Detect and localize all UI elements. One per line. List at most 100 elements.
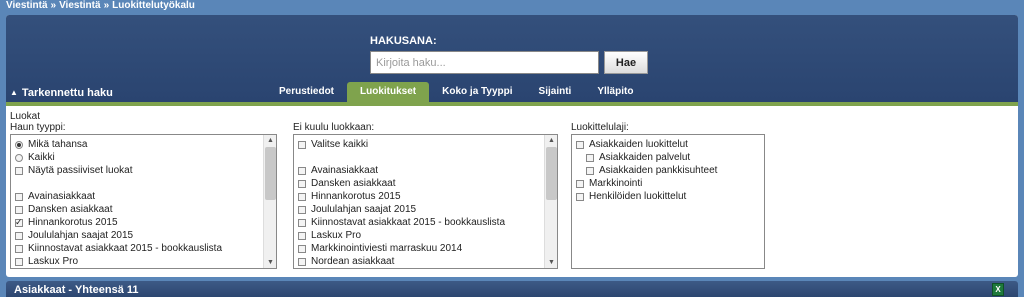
- search-panel: HAKUSANA: Hae ▲Tarkennettu haku Perustie…: [6, 15, 1018, 277]
- list-item-label: Hinnankorotus 2015: [311, 191, 401, 202]
- select-all-checkbox[interactable]: Valitse kaikki: [294, 138, 543, 151]
- scroll-up-icon[interactable]: ▲: [545, 135, 557, 146]
- checkbox[interactable]: [586, 166, 594, 175]
- scrollbar[interactable]: ▲ ▼: [263, 135, 276, 268]
- list-item-label: Asiakkaiden luokittelut: [589, 139, 688, 150]
- checkbox[interactable]: [298, 231, 306, 240]
- exclude-categories-list: Valitse kaikki Avainasiakkaat Dansken as…: [293, 134, 558, 269]
- search-input[interactable]: [370, 51, 599, 74]
- checkbox-label: Valitse kaikki: [311, 139, 369, 150]
- checkbox-label: Näytä passiiviset luokat: [28, 165, 133, 176]
- excel-icon[interactable]: X: [992, 283, 1004, 296]
- exclude-label: Ei kuulu luokkaan:: [293, 122, 375, 133]
- checkbox[interactable]: [15, 244, 23, 253]
- list-item-label: Henkilöiden luokittelut: [589, 191, 687, 202]
- checkbox[interactable]: [298, 205, 306, 214]
- radio-button[interactable]: [15, 140, 23, 149]
- tab-perustiedot[interactable]: Perustiedot: [266, 82, 347, 102]
- scrollbar-thumb[interactable]: [265, 147, 276, 200]
- list-item[interactable]: Asiakkaiden luokittelut: [572, 138, 764, 151]
- list-item-label: Kiinnostavat asiakkaat 2015 - bookkausli…: [28, 243, 223, 254]
- list-item-label: Hinnankorotus 2015: [28, 217, 118, 228]
- tab-sijainti[interactable]: Sijainti: [526, 82, 585, 102]
- section-title: Luokat: [10, 111, 41, 122]
- radio-label: Kaikki: [28, 152, 55, 163]
- checkbox[interactable]: [15, 216, 23, 229]
- search-type-label: Haun tyyppi:: [10, 122, 66, 133]
- tab-underline: [6, 102, 1018, 106]
- breadcrumb-link-viestinta-2[interactable]: Viestintä: [59, 0, 101, 11]
- results-title: Asiakkaat - Yhteensä 11: [14, 284, 139, 296]
- checkbox[interactable]: [298, 218, 306, 227]
- checkbox[interactable]: [298, 140, 306, 149]
- tab-yllapito[interactable]: Ylläpito: [584, 82, 646, 102]
- checkbox[interactable]: [15, 166, 23, 175]
- advanced-search-toggle[interactable]: ▲ Tarkennettu haku: [10, 87, 113, 99]
- tab-bar: Perustiedot Luokitukset Koko ja Tyyppi S…: [266, 82, 646, 102]
- list-item[interactable]: Laskux Pro: [294, 229, 543, 242]
- list-item-label: Joululahjan saajat 2015: [311, 204, 417, 215]
- checkbox[interactable]: [15, 231, 23, 240]
- radio-all[interactable]: Kaikki: [11, 151, 262, 164]
- list-item-label: Laskux Pro: [311, 230, 362, 241]
- breadcrumb-separator: »: [50, 0, 57, 11]
- list-item[interactable]: Hinnankorotus 2015: [11, 216, 262, 229]
- search-button[interactable]: Hae: [604, 51, 648, 74]
- list-item-label: Markkinointi: [589, 178, 643, 189]
- checkbox[interactable]: [298, 192, 306, 201]
- list-item[interactable]: Joululahjan saajat 2015: [294, 203, 543, 216]
- search-header: HAKUSANA: Hae ▲Tarkennettu haku Perustie…: [6, 15, 1018, 102]
- list-item[interactable]: Avainasiakkaat: [294, 164, 543, 177]
- list-item-label: Markkinointiviesti marraskuu 2014: [311, 243, 463, 254]
- list-item-label: Dansken asiakkaat: [28, 204, 113, 215]
- list-item[interactable]: Nordean asiakkaat: [294, 255, 543, 268]
- list-item-label: Laskux Pro: [28, 256, 79, 267]
- checkbox[interactable]: [15, 205, 23, 214]
- list-item[interactable]: Markkinointi: [572, 177, 764, 190]
- tab-luokitukset[interactable]: Luokitukset: [347, 82, 430, 102]
- triangle-up-icon: ▲: [10, 88, 18, 97]
- list-item[interactable]: Markkinointiviesti marraskuu 2014: [294, 242, 543, 255]
- list-item-label: Asiakkaiden pankkisuhteet: [599, 165, 718, 176]
- checkbox[interactable]: [298, 244, 306, 253]
- scroll-up-icon[interactable]: ▲: [264, 135, 276, 146]
- list-item-label: Joululahjan saajat 2015: [28, 230, 134, 241]
- advanced-search-label: Tarkennettu haku: [21, 87, 113, 99]
- checkbox[interactable]: [15, 257, 23, 266]
- list-item[interactable]: Joululahjan saajat 2015: [11, 229, 262, 242]
- breadcrumb: Viestintä» Viestintä» Luokittelutyökalu: [6, 0, 198, 12]
- list-item[interactable]: Laskux Pro: [11, 255, 262, 268]
- scrollbar-thumb[interactable]: [546, 147, 557, 200]
- list-item-label: Dansken asiakkaat: [311, 178, 396, 189]
- list-item[interactable]: Henkilöiden luokittelut: [572, 190, 764, 203]
- list-item[interactable]: Asiakkaiden pankkisuhteet: [572, 164, 764, 177]
- scroll-down-icon[interactable]: ▼: [264, 257, 276, 268]
- radio-button[interactable]: [15, 153, 23, 162]
- list-item[interactable]: Kiinnostavat asiakkaat 2015 - bookkausli…: [294, 216, 543, 229]
- list-item[interactable]: Dansken asiakkaat: [11, 203, 262, 216]
- breadcrumb-current: Luokittelutyökalu: [112, 0, 195, 11]
- checkbox[interactable]: [586, 153, 594, 162]
- search-label: HAKUSANA:: [370, 35, 437, 47]
- list-item[interactable]: Avainasiakkaat: [11, 190, 262, 203]
- checkbox[interactable]: [15, 192, 23, 201]
- list-item-label: Avainasiakkaat: [311, 165, 379, 176]
- checkbox[interactable]: [298, 179, 306, 188]
- checkbox[interactable]: [576, 140, 584, 149]
- tab-koko-ja-tyyppi[interactable]: Koko ja Tyyppi: [429, 82, 525, 102]
- list-item[interactable]: Dansken asiakkaat: [294, 177, 543, 190]
- checkbox[interactable]: [576, 192, 584, 201]
- radio-any[interactable]: Mikä tahansa: [11, 138, 262, 151]
- list-item[interactable]: Kiinnostavat asiakkaat 2015 - bookkausli…: [11, 242, 262, 255]
- scroll-down-icon[interactable]: ▼: [545, 257, 557, 268]
- list-item[interactable]: Asiakkaiden palvelut: [572, 151, 764, 164]
- classification-type-list: Asiakkaiden luokittelut Asiakkaiden palv…: [571, 134, 765, 269]
- checkbox[interactable]: [298, 166, 306, 175]
- results-header: Asiakkaat - Yhteensä 11 X: [6, 281, 1018, 297]
- show-passive-checkbox[interactable]: Näytä passiiviset luokat: [11, 164, 262, 177]
- checkbox[interactable]: [576, 179, 584, 188]
- breadcrumb-link-viestinta[interactable]: Viestintä: [6, 0, 48, 11]
- scrollbar[interactable]: ▲ ▼: [544, 135, 557, 268]
- list-item[interactable]: Hinnankorotus 2015: [294, 190, 543, 203]
- checkbox[interactable]: [298, 257, 306, 266]
